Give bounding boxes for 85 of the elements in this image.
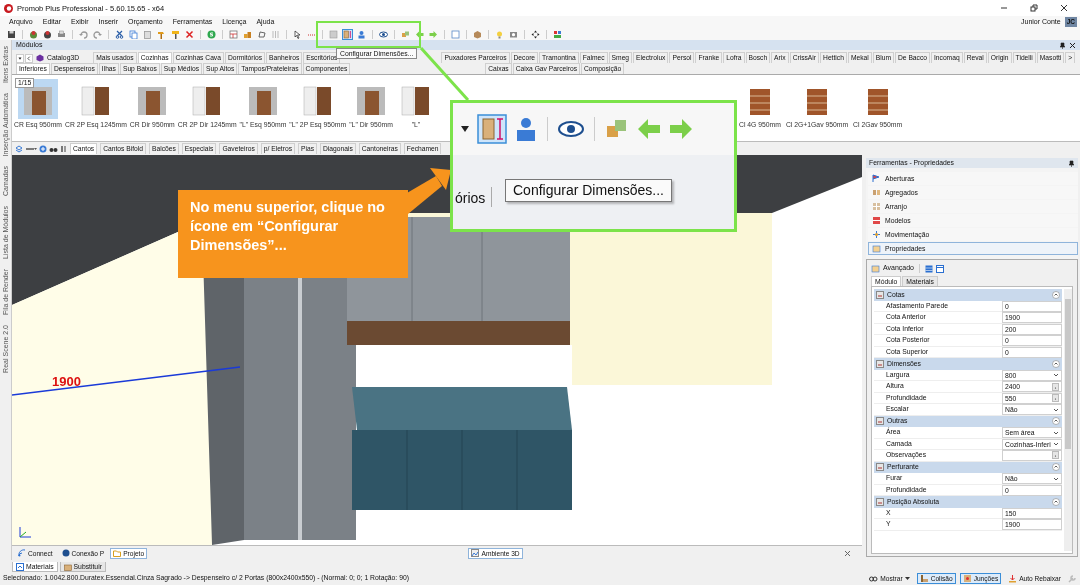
- tooltip: Configurar Dimensões...: [505, 179, 672, 202]
- box-icon[interactable]: [473, 29, 482, 39]
- printer-icon[interactable]: [57, 29, 66, 39]
- chevron-left-icon[interactable]: [25, 54, 33, 63]
- eye-icon: [558, 120, 584, 138]
- chevron-down-icon: [1053, 406, 1059, 413]
- camera-icon[interactable]: [509, 29, 518, 39]
- layers-icon[interactable]: [15, 144, 23, 153]
- arrow-left-icon[interactable]: [415, 29, 424, 39]
- hammer-icon[interactable]: [157, 29, 166, 39]
- lower-arrow-icon: [1008, 574, 1018, 583]
- arrow-right-icon[interactable]: [429, 29, 438, 39]
- properties-icon[interactable]: [871, 264, 880, 273]
- cabinet-icon: [63, 562, 72, 571]
- cubes-icon[interactable]: [401, 29, 410, 39]
- paste-icon[interactable]: [143, 29, 152, 39]
- section-icon: [876, 290, 884, 299]
- circle-icon: [61, 549, 70, 557]
- axis-icon: [18, 525, 32, 539]
- move-icon: [872, 230, 881, 239]
- restore-icon[interactable]: [1030, 4, 1038, 12]
- tab-label: órios: [455, 187, 493, 207]
- cabinet-thumbnail: [18, 79, 58, 119]
- scrollbar-thumb[interactable]: [1065, 299, 1071, 449]
- app-logo-icon: [4, 3, 13, 13]
- shape-icon[interactable]: [257, 29, 266, 39]
- section-icon: [876, 497, 884, 506]
- chevron-down-icon: [1053, 475, 1059, 482]
- flag-icon: [872, 174, 881, 183]
- chart-icon[interactable]: [553, 29, 562, 39]
- arrow-right-icon: [669, 118, 693, 140]
- close-icon[interactable]: [1060, 4, 1068, 12]
- pin-icon[interactable]: [1059, 41, 1066, 49]
- properties-icon: [872, 244, 881, 253]
- layout-icon[interactable]: [229, 29, 238, 39]
- undo-icon[interactable]: [79, 29, 88, 39]
- collapse-icon[interactable]: [1052, 417, 1060, 426]
- dropdown-caret-icon[interactable]: [16, 54, 24, 63]
- cabinet-icon[interactable]: [329, 29, 338, 39]
- redo-icon[interactable]: [93, 29, 102, 39]
- dimensions-icon: [477, 114, 507, 144]
- wall-icon: [919, 574, 929, 583]
- callout-text: No menu superior, clique no ícone em “Configurar Dimensões”...: [178, 190, 408, 278]
- section-icon: [876, 359, 884, 368]
- cursor-icon[interactable]: [293, 29, 302, 39]
- add-icon[interactable]: [39, 144, 47, 153]
- cut-icon[interactable]: [115, 29, 124, 39]
- pin-icon[interactable]: [1068, 159, 1075, 167]
- folder-icon: [113, 549, 122, 557]
- rss-icon: [18, 549, 26, 557]
- ellipsis-button-icon: [1052, 451, 1059, 460]
- joint-icon: [962, 574, 972, 583]
- collapse-icon[interactable]: [1052, 359, 1060, 368]
- minimize-icon[interactable]: [1000, 4, 1008, 12]
- library-icon[interactable]: [60, 144, 68, 153]
- dimensions-icon[interactable]: [343, 29, 352, 39]
- paint-roller-icon[interactable]: [171, 29, 180, 39]
- dresser-icon: [872, 216, 881, 225]
- collapse-icon[interactable]: [1052, 290, 1060, 299]
- window-icon[interactable]: [451, 29, 460, 39]
- arrow-left-icon: [637, 118, 661, 140]
- delete-icon[interactable]: [185, 29, 194, 39]
- copy-icon[interactable]: [129, 29, 138, 39]
- bowl-icon[interactable]: [29, 29, 38, 39]
- image-icon: [471, 549, 480, 557]
- grid-icon: [872, 202, 881, 211]
- close-icon[interactable]: [1069, 41, 1076, 49]
- dollar-icon[interactable]: [207, 29, 216, 39]
- collapse-icon[interactable]: [1052, 463, 1060, 472]
- property-field[interactable]: [1002, 450, 1062, 461]
- caret-icon: [461, 126, 469, 132]
- bowl-icon[interactable]: [43, 29, 52, 39]
- window-icon[interactable]: [936, 264, 944, 273]
- move-icon[interactable]: [531, 29, 540, 39]
- save-icon[interactable]: [7, 29, 16, 39]
- dimension-label: 1900: [52, 374, 81, 390]
- table-icon[interactable]: [925, 264, 933, 273]
- chevron-down-icon: [1053, 372, 1059, 378]
- binoculars-icon: [869, 574, 879, 583]
- parts-icon: [872, 188, 881, 197]
- collapse-icon[interactable]: [1052, 497, 1060, 506]
- boxes-icon[interactable]: [243, 29, 252, 39]
- caret-icon: [904, 576, 910, 581]
- eye-icon[interactable]: [379, 29, 388, 39]
- picture-icon: [16, 562, 24, 571]
